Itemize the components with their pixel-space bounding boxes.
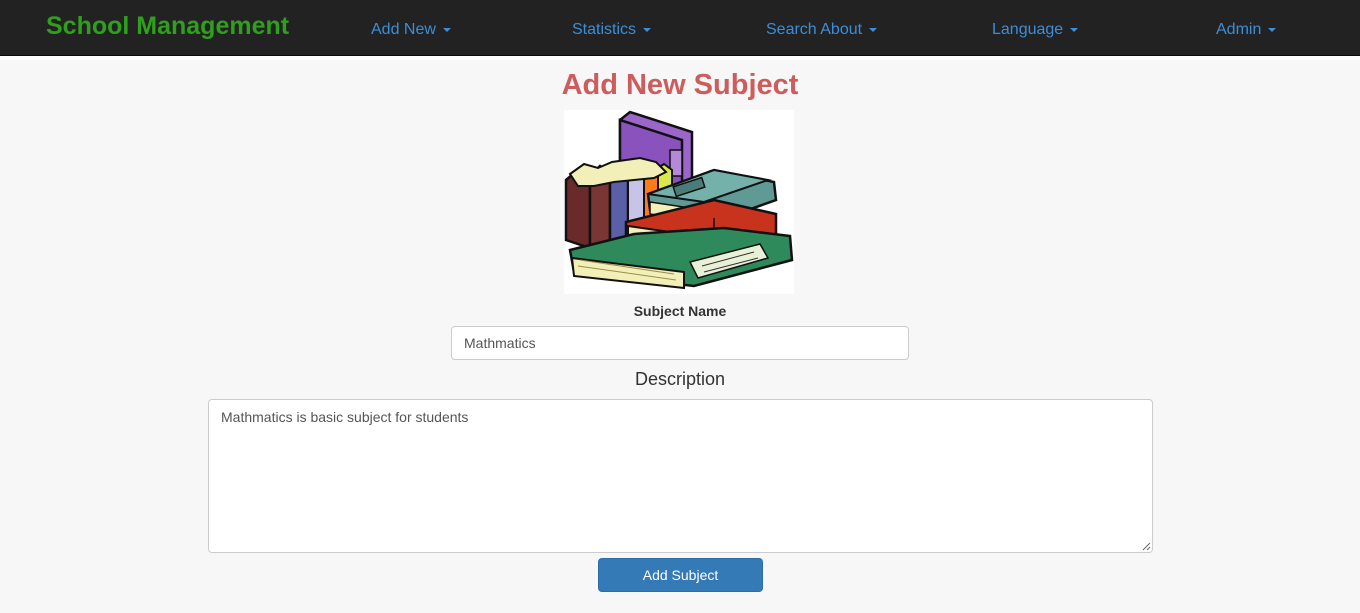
nav-admin-label: Admin: [1216, 21, 1262, 38]
caret-down-icon: [1268, 27, 1277, 32]
description-textarea[interactable]: Mathmatics is basic subject for students: [208, 399, 1153, 553]
nav-search-about-label: Search About: [766, 21, 863, 38]
subject-name-label: Subject Name: [633, 303, 727, 319]
caret-down-icon: [442, 27, 451, 32]
top-navbar: School Management Add New Statistics Sea…: [0, 0, 1360, 56]
nav-language-label: Language: [992, 21, 1064, 38]
nav-statistics-label: Statistics: [572, 21, 637, 38]
caret-down-icon: [1070, 27, 1079, 32]
books-stack-icon: [564, 110, 794, 294]
caret-down-icon: [869, 27, 878, 32]
nav-search-about-dropdown[interactable]: Search About: [766, 21, 878, 39]
navbar-spacer: [0, 56, 1360, 60]
description-label: Description: [634, 369, 726, 389]
nav-admin-dropdown[interactable]: Admin: [1216, 21, 1277, 39]
caret-down-icon: [643, 27, 652, 32]
brand-link[interactable]: School Management: [46, 12, 289, 41]
nav-statistics-dropdown[interactable]: Statistics: [572, 21, 652, 39]
nav-add-new-dropdown[interactable]: Add New: [371, 21, 451, 39]
nav-language-dropdown[interactable]: Language: [992, 21, 1079, 39]
subject-name-input[interactable]: Mathmatics: [451, 326, 909, 360]
page-title: Add New Subject: [561, 69, 799, 101]
resize-grip-icon[interactable]: [1142, 542, 1151, 551]
nav-add-new-label: Add New: [371, 21, 436, 38]
add-subject-button[interactable]: Add Subject: [598, 558, 763, 592]
